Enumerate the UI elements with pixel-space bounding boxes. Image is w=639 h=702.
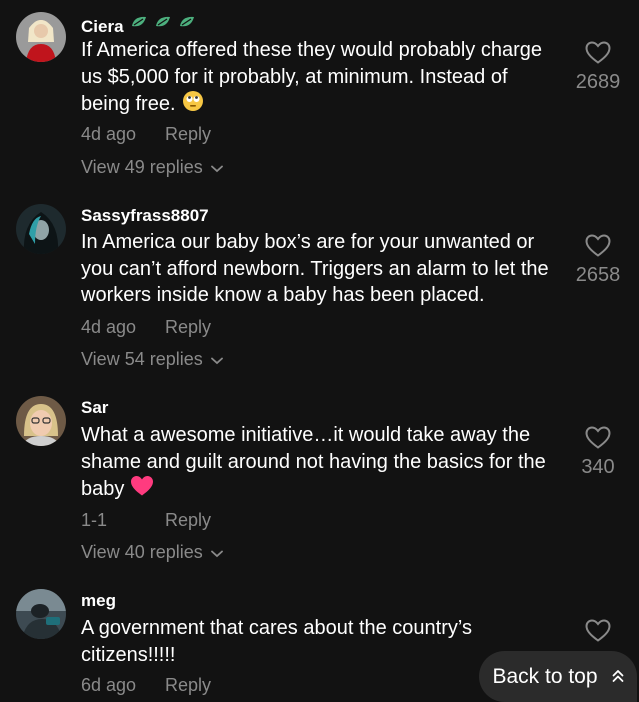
chevron-down-icon	[210, 349, 223, 370]
username-text: Sassyfrass8807	[81, 206, 209, 225]
view-replies-button[interactable]: View 54 replies	[81, 349, 223, 370]
pink-heart-emoji-icon	[130, 475, 154, 505]
comment-meta: 4d ago Reply	[81, 317, 211, 338]
heart-outline-icon[interactable]	[585, 41, 611, 65]
timestamp: 4d ago	[81, 317, 137, 337]
reply-button[interactable]: Reply	[165, 317, 211, 338]
avatar[interactable]	[16, 396, 66, 446]
chevron-down-icon	[210, 157, 223, 178]
avatar[interactable]	[16, 204, 66, 254]
heart-outline-icon[interactable]	[585, 619, 611, 643]
view-replies-label: View 54 replies	[81, 349, 203, 369]
back-to-top-label: Back to top	[492, 664, 598, 688]
view-replies-button[interactable]: View 49 replies	[81, 157, 223, 178]
username[interactable]: Ciera	[81, 14, 198, 39]
comment-meta: 4d ago Reply	[81, 124, 211, 145]
like-count: 2658	[575, 264, 621, 286]
timestamp: 1-1	[81, 510, 108, 530]
comment-text: What a awesome initiative…it would take …	[81, 422, 561, 505]
avatar[interactable]	[16, 12, 66, 62]
username[interactable]: meg	[81, 591, 116, 611]
comment-text-content: In America our baby box’s are for your u…	[81, 231, 549, 306]
username[interactable]: Sassyfrass8807	[81, 206, 209, 226]
like-control: 2658	[571, 234, 625, 287]
username[interactable]: Sar	[81, 398, 108, 418]
username-text: meg	[81, 591, 116, 610]
comment-text-content: If America offered these they would prob…	[81, 39, 543, 116]
reply-button[interactable]: Reply	[165, 675, 211, 696]
timestamp: 6d ago	[81, 675, 137, 695]
badge-leaf-icon	[128, 14, 198, 39]
view-replies-label: View 40 replies	[81, 542, 203, 562]
eye-roll-emoji-icon	[182, 90, 204, 120]
heart-outline-icon[interactable]	[585, 234, 611, 258]
like-control: 340	[571, 426, 625, 479]
comment-text: In America our baby box’s are for your u…	[81, 229, 561, 309]
reply-button[interactable]: Reply	[165, 510, 211, 531]
comment-text-content: A government that cares about the countr…	[81, 617, 472, 666]
avatar[interactable]	[16, 589, 66, 639]
like-count: 2689	[575, 71, 621, 93]
chevron-down-icon	[210, 542, 223, 563]
username-text: Ciera	[81, 16, 124, 36]
like-count: 340	[581, 456, 615, 478]
like-control	[571, 619, 625, 643]
heart-outline-icon[interactable]	[585, 426, 611, 450]
view-replies-label: View 49 replies	[81, 157, 203, 177]
view-replies-button[interactable]: View 40 replies	[81, 542, 223, 563]
timestamp: 4d ago	[81, 124, 137, 144]
double-chevron-up-icon	[612, 665, 624, 689]
comment-text: If America offered these they would prob…	[81, 37, 561, 120]
back-to-top-button[interactable]: Back to top	[479, 651, 637, 702]
username-text: Sar	[81, 398, 109, 417]
like-control: 2689	[571, 41, 625, 94]
reply-button[interactable]: Reply	[165, 124, 211, 145]
comment-meta: 6d ago Reply	[81, 675, 211, 696]
comment-meta: 1-1 Reply	[81, 510, 211, 531]
